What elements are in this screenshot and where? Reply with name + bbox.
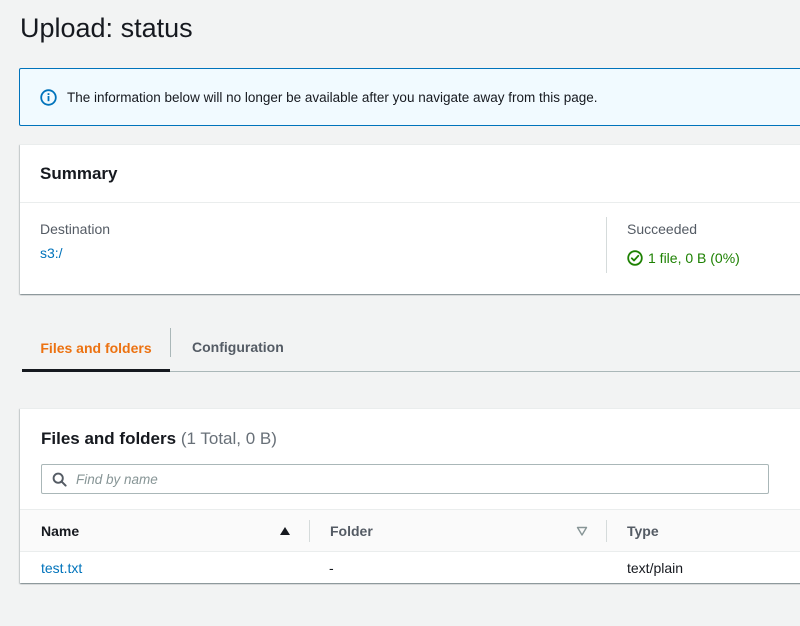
column-divider[interactable] bbox=[606, 520, 607, 542]
column-divider[interactable] bbox=[309, 520, 310, 542]
column-header-folder[interactable]: Folder bbox=[330, 510, 373, 552]
destination-link[interactable]: s3:/ bbox=[40, 244, 63, 262]
summary-body: Destination s3:/ Succeeded 1 file, 0 B (… bbox=[20, 203, 800, 293]
summary-title: Summary bbox=[40, 163, 118, 183]
summary-card: Summary Destination s3:/ Succeeded 1 fil… bbox=[20, 144, 800, 294]
tab-configuration[interactable]: Configuration bbox=[192, 323, 284, 371]
file-name-link[interactable]: test.txt bbox=[41, 560, 82, 576]
succeeded-label: Succeeded bbox=[627, 221, 698, 237]
succeeded-status: 1 file, 0 B (0%) bbox=[627, 249, 740, 267]
info-icon bbox=[40, 88, 57, 106]
search-box[interactable] bbox=[41, 464, 769, 494]
info-banner-text: The information below will no longer be … bbox=[67, 89, 598, 105]
folder-cell: - bbox=[329, 559, 334, 576]
sort-ascending-icon[interactable] bbox=[279, 525, 291, 537]
info-banner: The information below will no longer be … bbox=[19, 68, 800, 126]
table-header: Name Folder Type bbox=[20, 509, 800, 552]
files-card: Files and folders (1 Total, 0 B) Name Fo… bbox=[20, 408, 800, 583]
search-icon bbox=[52, 472, 67, 487]
files-title: Files and folders bbox=[41, 429, 177, 448]
column-header-type[interactable]: Type bbox=[627, 510, 659, 552]
type-cell: text/plain bbox=[627, 559, 684, 576]
destination-label: Destination bbox=[40, 221, 111, 237]
tab-files-and-folders[interactable]: Files and folders bbox=[22, 323, 170, 372]
sort-descending-icon[interactable] bbox=[576, 525, 588, 537]
destination-column: Destination s3:/ bbox=[40, 220, 110, 263]
page-title: Upload: status bbox=[20, 13, 193, 43]
file-name-cell: test.txt bbox=[41, 552, 82, 583]
column-header-name[interactable]: Name bbox=[41, 510, 79, 552]
tab-divider bbox=[170, 328, 171, 357]
files-header: Files and folders (1 Total, 0 B) bbox=[41, 428, 277, 450]
summary-header: Summary bbox=[20, 145, 800, 203]
succeeded-column: Succeeded 1 file, 0 B (0%) bbox=[627, 220, 740, 267]
files-count: (1 Total, 0 B) bbox=[180, 429, 277, 448]
tab-bar: Files and folders Configuration bbox=[22, 323, 800, 372]
check-circle-icon bbox=[627, 250, 643, 266]
column-divider bbox=[606, 217, 607, 273]
search-input[interactable] bbox=[76, 471, 676, 487]
succeeded-value: 1 file, 0 B (0%) bbox=[648, 250, 740, 266]
table-row: test.txt - text/plain bbox=[20, 552, 800, 583]
